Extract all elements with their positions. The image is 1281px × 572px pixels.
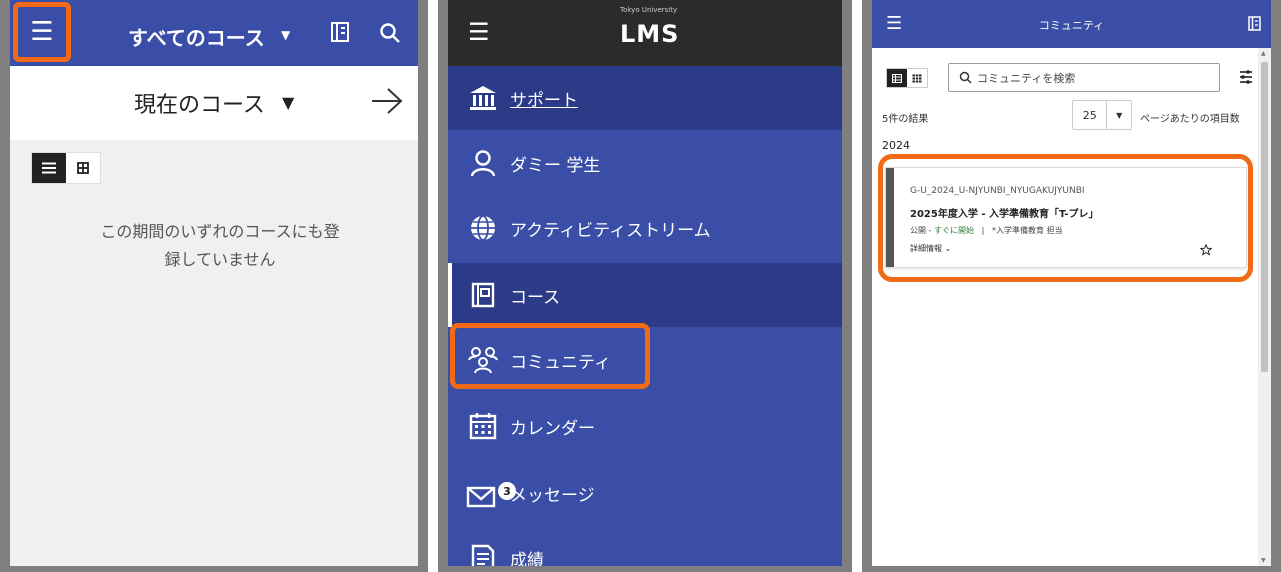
caret-down-icon[interactable]: ▼ [281, 28, 290, 42]
community-search [948, 63, 1220, 92]
hamburger-icon: ☰ [30, 17, 54, 47]
empty-state-message: この期間のいずれのコースにも登 録していません [50, 218, 390, 274]
menu-button[interactable]: ☰ [13, 2, 71, 62]
logo-subtitle: Tokyo University [620, 6, 678, 14]
caret-down-icon[interactable]: ▼ [282, 93, 294, 112]
institution-icon [466, 81, 500, 115]
scroll-up-icon[interactable]: ▲ [1261, 50, 1266, 57]
nav-item-courses[interactable]: コース [448, 263, 842, 327]
nav-item-label: メッセージ [510, 485, 595, 506]
list-view-button[interactable] [887, 69, 907, 87]
panel-navigation: ☰ Tokyo University LMS サポート ダミー 学生 アクティビ… [438, 0, 852, 572]
empty-message-line: この期間のいずれのコースにも登 [100, 222, 340, 241]
nav-item-label: カレンダー [510, 418, 595, 439]
filter-icon[interactable] [1239, 69, 1253, 85]
app-header: ☰ すべてのコース ▼ [10, 0, 418, 66]
grades-icon [466, 541, 500, 566]
nav-item-profile[interactable]: ダミー 学生 [448, 131, 842, 195]
page-size-value: 25 [1082, 108, 1097, 122]
highlight-box [878, 154, 1253, 282]
nav-item-activity-stream[interactable]: アクティビティストリーム [448, 196, 842, 260]
page-size-select[interactable]: 25 ▼ [1072, 100, 1132, 130]
app-header: ☰ コミュニティ [872, 0, 1271, 48]
nav-item-label: 成績 [510, 550, 544, 567]
list-icon [42, 162, 56, 174]
nav-item-grades[interactable]: 成績 [448, 526, 842, 566]
empty-message-line: 録していません [164, 250, 276, 269]
community-screen: ☰ コミュニティ ▲ ▼ コミュニティを検索 5件の結果 25 ▼ ページあたり… [872, 0, 1271, 566]
grid-icon [912, 74, 922, 82]
nav-item-label: アクティビティストリーム [510, 220, 711, 241]
caret-down-icon: ▼ [1106, 101, 1131, 129]
grid-view-button[interactable] [66, 153, 100, 183]
grid-icon [77, 162, 89, 174]
search-icon [959, 71, 972, 84]
book-icon[interactable] [1248, 16, 1261, 31]
active-indicator [448, 263, 452, 327]
scroll-down-icon[interactable]: ▼ [1261, 557, 1266, 564]
view-toggle [31, 152, 101, 184]
globe-icon [466, 211, 500, 245]
lms-logo: LMS [620, 20, 680, 48]
nav-item-label: サポート [510, 90, 578, 111]
per-page-label: ページあたりの項目数 [1140, 114, 1240, 125]
nav-header: ☰ Tokyo University LMS [448, 0, 842, 66]
panel-community: ☰ コミュニティ ▲ ▼ コミュニティを検索 5件の結果 25 ▼ ページあたり… [862, 0, 1281, 572]
calendar-icon [466, 409, 500, 443]
nav-drawer: ☰ Tokyo University LMS サポート ダミー 学生 アクティビ… [448, 0, 842, 566]
list-view-button[interactable] [32, 153, 66, 183]
view-toggle [886, 68, 928, 88]
term-selector-bar: 現在のコース ▼ [10, 66, 418, 140]
user-icon [466, 146, 500, 180]
search-input[interactable] [977, 69, 1212, 87]
courses-screen: ☰ すべてのコース ▼ 現在のコース ▼ この期間のいずれのコースにも登 録して… [10, 0, 418, 566]
highlight-box [450, 323, 650, 389]
page-title: コミュニティ [1038, 19, 1105, 32]
grid-view-button[interactable] [907, 69, 927, 87]
book-icon[interactable] [330, 21, 350, 43]
arrow-right-icon[interactable] [370, 86, 404, 116]
list-icon [892, 73, 902, 83]
scrollbar-thumb[interactable] [1261, 62, 1268, 372]
nav-item-support[interactable]: サポート [448, 66, 842, 130]
scrollbar[interactable]: ▲ ▼ [1258, 48, 1271, 566]
course-list-area: この期間のいずれのコースにも登 録していません [10, 140, 418, 566]
nav-item-label: コース [510, 287, 561, 308]
search-icon[interactable] [379, 22, 401, 44]
nav-item-messages[interactable]: 3 メッセージ [448, 461, 842, 525]
nav-item-label: ダミー 学生 [510, 155, 601, 176]
course-book-icon [466, 278, 500, 312]
header-title[interactable]: すべてのコース [128, 22, 265, 51]
message-icon: 3 [466, 476, 516, 510]
year-heading: 2024 [882, 139, 910, 152]
hamburger-icon[interactable]: ☰ [468, 18, 490, 46]
nav-item-calendar[interactable]: カレンダー [448, 394, 842, 458]
results-count: 5件の結果 [882, 114, 929, 125]
current-courses-dropdown[interactable]: 現在のコース [134, 87, 265, 119]
panel-courses: ☰ すべてのコース ▼ 現在のコース ▼ この期間のいずれのコースにも登 録して… [0, 0, 428, 572]
